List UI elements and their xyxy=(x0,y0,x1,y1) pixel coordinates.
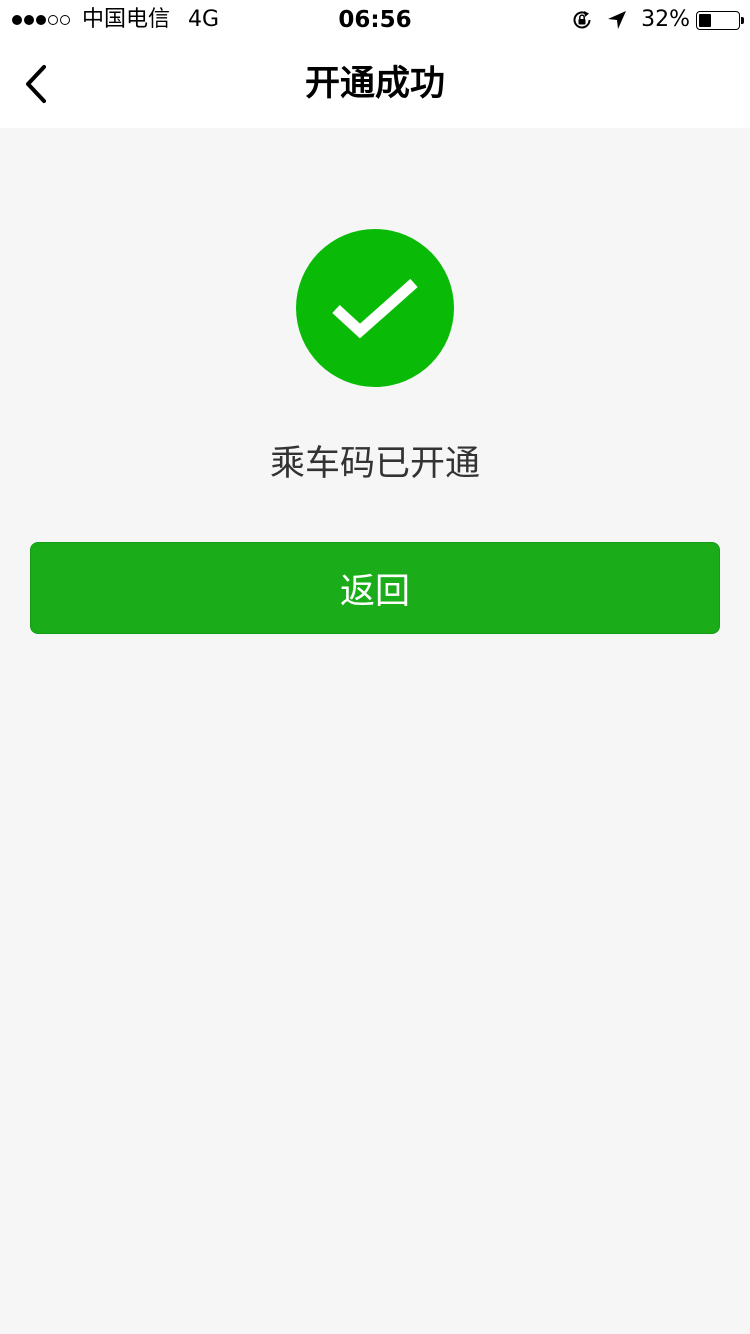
return-button[interactable]: 返回 xyxy=(30,542,720,634)
page-title: 开通成功 xyxy=(304,64,445,104)
return-button-label: 返回 xyxy=(339,571,410,612)
back-button[interactable] xyxy=(14,60,58,108)
status-bar: 中国电信 4G 06:56 32% xyxy=(0,0,750,40)
checkmark-icon xyxy=(332,278,418,339)
location-arrow-icon xyxy=(608,11,627,29)
battery-cap xyxy=(741,16,744,24)
battery-percent: 32% xyxy=(641,7,690,32)
chevron-left-icon xyxy=(26,65,46,103)
battery-icon xyxy=(696,10,744,30)
battery-fill xyxy=(699,13,711,27)
success-message: 乘车码已开通 xyxy=(269,444,480,484)
checkmark-circle-icon xyxy=(296,229,454,387)
rotation-lock-icon xyxy=(573,11,591,29)
navigation-bar: 开通成功 xyxy=(0,40,750,128)
status-right: 32% xyxy=(571,6,744,34)
